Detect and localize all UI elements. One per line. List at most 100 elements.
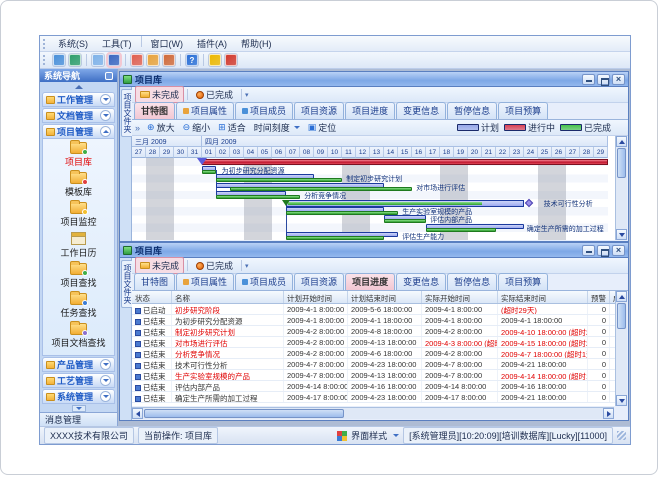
progress-tab-项目成员[interactable]: 项目成员 bbox=[235, 273, 293, 290]
menu-item-5[interactable]: 帮助(H) bbox=[234, 36, 279, 51]
scrollbar-thumb[interactable] bbox=[144, 409, 344, 418]
table-vertical-scrollbar[interactable] bbox=[615, 291, 627, 406]
group-toggle-button[interactable] bbox=[100, 126, 111, 137]
filter-more-button[interactable]: ▾ bbox=[245, 262, 249, 270]
table-row[interactable]: 已结束分析竞争情况2009-4-2 8:00:002009-4-6 18:00:… bbox=[132, 348, 627, 359]
close-button[interactable]: × bbox=[612, 74, 625, 85]
sidebar-group-header-5[interactable]: 工艺管理 bbox=[42, 373, 115, 388]
gantt-tab-暂停信息[interactable]: 暂停信息 bbox=[447, 102, 497, 119]
folder-icon[interactable] bbox=[92, 54, 104, 66]
gantt-button-放大[interactable]: ⊕放大 bbox=[143, 120, 179, 135]
table-row[interactable]: 已结束生产实验室规模的产品2009-4-7 8:00:002009-4-13 1… bbox=[132, 370, 627, 381]
exit-icon[interactable] bbox=[225, 54, 237, 66]
group-toggle-button[interactable] bbox=[100, 359, 111, 370]
column-header-名称[interactable]: 名称 bbox=[172, 291, 284, 303]
table-row[interactable]: 已结束制定初步研究计划2009-4-2 8:00:002009-4-8 18:0… bbox=[132, 326, 627, 337]
sidebar-group-header-6[interactable]: 系统管理 bbox=[42, 389, 115, 404]
group-toggle-button[interactable] bbox=[100, 110, 111, 121]
filter-more-button[interactable]: ▾ bbox=[245, 91, 249, 99]
filter-finished-button[interactable]: 已完成 bbox=[191, 257, 238, 274]
gantt-button-缩小[interactable]: ⊖缩小 bbox=[179, 120, 215, 135]
project-summary-bar[interactable] bbox=[202, 159, 608, 165]
menu-item-4[interactable]: 插件(A) bbox=[190, 36, 234, 51]
gantt-actual-bar[interactable] bbox=[286, 211, 398, 215]
help-icon[interactable]: ? bbox=[186, 54, 198, 66]
interface-style-button[interactable]: 界面样式 bbox=[351, 429, 387, 442]
menu-item-3[interactable]: 窗口(W) bbox=[144, 36, 191, 51]
sidebar-overflow-button[interactable] bbox=[40, 404, 117, 412]
gantt-button-定位[interactable]: ▣定位 bbox=[304, 120, 341, 135]
lock-icon[interactable] bbox=[209, 54, 221, 66]
sidebar-group-header-3[interactable]: 项目管理 bbox=[42, 124, 115, 139]
filter-unfinished-button[interactable]: 未完成 bbox=[135, 257, 184, 274]
group-toggle-button[interactable] bbox=[100, 94, 111, 105]
menu-item-2[interactable]: 工具(T) bbox=[95, 36, 139, 51]
sidebar-item-任务查找[interactable]: 任务查找 bbox=[60, 293, 96, 319]
upper-window-titlebar[interactable]: 项目库 × bbox=[120, 72, 628, 87]
sidebar-item-项目查找[interactable]: 项目查找 bbox=[60, 263, 96, 289]
progress-tab-甘特图[interactable]: 甘特图 bbox=[134, 273, 175, 290]
minimize-button[interactable] bbox=[582, 74, 595, 85]
gantt-actual-bar[interactable] bbox=[286, 236, 384, 240]
toolbar-grip[interactable] bbox=[43, 55, 48, 65]
report-new-icon[interactable] bbox=[131, 54, 143, 66]
pin-icon[interactable] bbox=[105, 72, 113, 80]
restore-button[interactable] bbox=[597, 245, 610, 256]
restore-button[interactable] bbox=[597, 74, 610, 85]
column-header-实际结束时间[interactable]: 实际结束时间 bbox=[498, 291, 588, 303]
sidebar-item-工作日历[interactable]: 工作日历 bbox=[60, 232, 96, 259]
progress-tab-项目资源[interactable]: 项目资源 bbox=[294, 273, 344, 290]
table-row[interactable]: 已结束评估内部产品2009-4-14 8:00:002009-4-16 18:0… bbox=[132, 381, 627, 392]
table-row[interactable]: 已结束确定生产所需的加工过程2009-4-17 8:00:002009-4-23… bbox=[132, 392, 627, 403]
close-button[interactable]: × bbox=[612, 245, 625, 256]
table-row[interactable]: 已结束技术可行性分析2009-4-7 8:00:002009-4-23 18:0… bbox=[132, 359, 627, 370]
report-delete-icon[interactable] bbox=[163, 54, 175, 66]
column-header-状态[interactable]: 状态 bbox=[132, 291, 172, 303]
scroll-up-button[interactable] bbox=[616, 291, 627, 302]
gantt-actual-bar[interactable] bbox=[384, 219, 426, 223]
sidebar-tab-messages[interactable]: 消息管理 bbox=[40, 412, 117, 426]
sidebar-item-项目库[interactable]: 项目库 bbox=[65, 142, 92, 168]
column-header-计划结束时间[interactable]: 计划结束时间 bbox=[348, 291, 422, 303]
globe-icon[interactable] bbox=[69, 54, 81, 66]
group-toggle-button[interactable] bbox=[100, 375, 111, 386]
gantt-tab-甘特图[interactable]: 甘特图 bbox=[134, 102, 175, 119]
sidebar-item-项目文档查找[interactable]: 项目文档查找 bbox=[51, 323, 105, 349]
column-header-计划开始时间[interactable]: 计划开始时间 bbox=[284, 291, 348, 303]
progress-tab-暂停信息[interactable]: 暂停信息 bbox=[447, 273, 497, 290]
progress-tab-项目预算[interactable]: 项目预算 bbox=[498, 273, 548, 290]
sidebar-item-项目监控[interactable]: 项目监控 bbox=[60, 202, 96, 228]
table-row[interactable]: 已结束对市场进行评估2009-4-2 8:00:002009-4-13 18:0… bbox=[132, 337, 627, 348]
gantt-tab-项目进度[interactable]: 项目进度 bbox=[345, 102, 395, 119]
gantt-tab-项目资源[interactable]: 项目资源 bbox=[294, 102, 344, 119]
table-horizontal-scrollbar[interactable] bbox=[132, 407, 614, 419]
menu-item-1[interactable]: 系统(S) bbox=[51, 36, 95, 51]
scrollbar-thumb[interactable] bbox=[617, 303, 626, 329]
toolbar-overflow-button[interactable]: » bbox=[135, 123, 140, 133]
gantt-tab-项目预算[interactable]: 项目预算 bbox=[498, 102, 548, 119]
sidebar-collapse-button[interactable] bbox=[40, 82, 117, 91]
menubar-grip[interactable] bbox=[43, 39, 48, 49]
filter-unfinished-button[interactable]: 未完成 bbox=[135, 86, 184, 103]
minimize-button[interactable] bbox=[582, 245, 595, 256]
progress-tab-项目进度[interactable]: 项目进度 bbox=[345, 273, 395, 290]
monitor-icon[interactable] bbox=[53, 54, 65, 66]
scroll-down-button[interactable] bbox=[616, 229, 627, 240]
gantt-button-时间刻度[interactable]: 时间刻度 bbox=[250, 120, 304, 135]
filter-finished-button[interactable]: 已完成 bbox=[191, 86, 238, 103]
sidebar-group-header-2[interactable]: 文档管理 bbox=[42, 108, 115, 123]
gantt-button-适合[interactable]: ⊞适合 bbox=[214, 120, 250, 135]
group-toggle-button[interactable] bbox=[100, 391, 111, 402]
resize-grip[interactable] bbox=[617, 431, 626, 440]
sidebar-item-模板库[interactable]: 模板库 bbox=[65, 172, 92, 198]
column-header-预警[interactable]: 预警 bbox=[588, 291, 610, 303]
gantt-tab-项目属性[interactable]: 项目属性 bbox=[176, 102, 234, 119]
scroll-up-button[interactable] bbox=[616, 136, 627, 147]
scrollbar-thumb[interactable] bbox=[617, 148, 626, 178]
gantt-bars-area[interactable]: 为初步研究分配资源制定初步研究计划对市场进行评估分析竞争情况技术可行性分析生产实… bbox=[132, 158, 608, 240]
table-row[interactable]: 已结束为初步研究分配资源2009-4-1 8:00:002009-4-1 18:… bbox=[132, 315, 627, 326]
progress-tab-项目属性[interactable]: 项目属性 bbox=[176, 273, 234, 290]
gantt-tab-项目成员[interactable]: 项目成员 bbox=[235, 102, 293, 119]
scroll-left-button[interactable] bbox=[132, 408, 143, 419]
gantt-summary-bar[interactable] bbox=[286, 200, 524, 207]
